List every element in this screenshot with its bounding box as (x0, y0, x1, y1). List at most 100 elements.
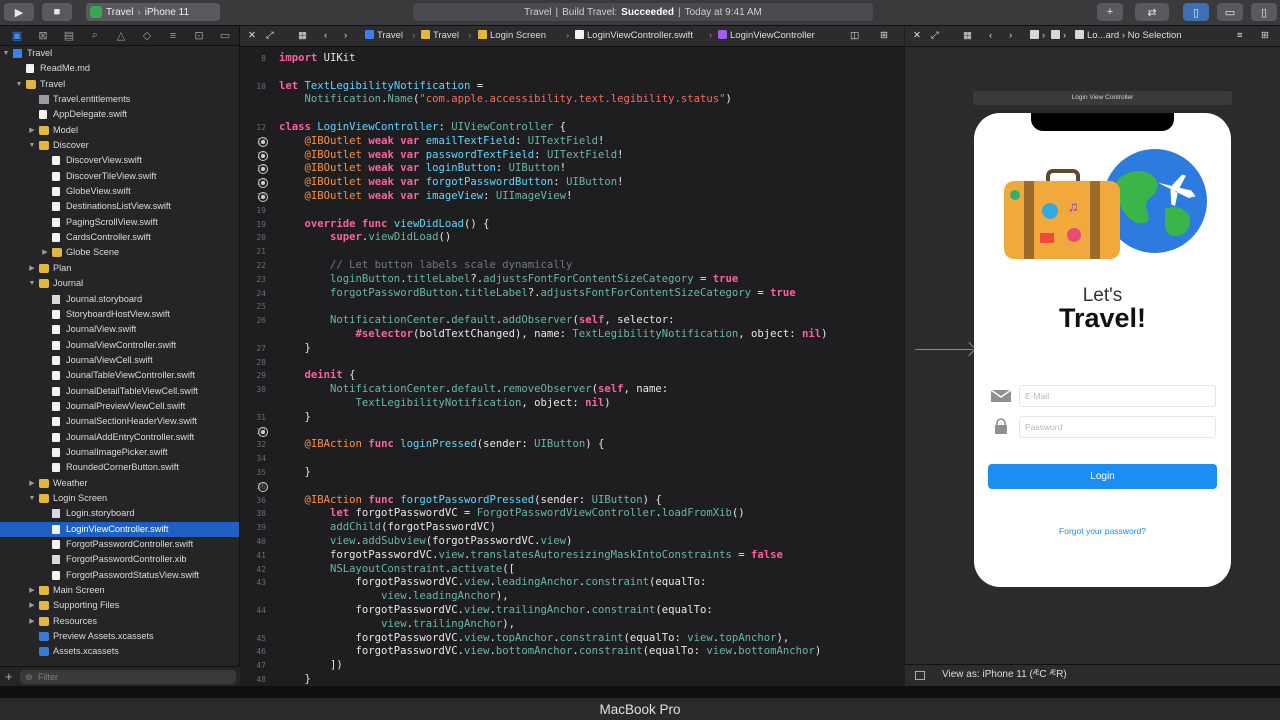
file-tree-row[interactable]: CardsController.swift (0, 230, 239, 245)
line-gutter[interactable]: 8 10 12 14 15 16 17 18 19 19 20 21 22 23 24 25 26 27 28 29 3… (240, 47, 276, 686)
back-icon[interactable]: ‹ (324, 30, 327, 41)
inspector-toggle-button[interactable]: ▯ (1251, 3, 1277, 21)
source-control-icon[interactable]: ⊠ (30, 29, 56, 42)
code-line[interactable]: @IBOutlet weak var forgotPasswordButton:… (279, 176, 624, 188)
code-line[interactable]: @IBOutlet weak var passwordTextField: UI… (279, 149, 624, 161)
outlet-connection-icon[interactable] (258, 178, 268, 189)
code-line[interactable]: forgotPasswordVC.view.trailingAnchor.con… (279, 604, 713, 616)
split-editor-icon[interactable]: ⊞ (880, 30, 888, 41)
file-tree-row[interactable]: ▶ Weather (0, 476, 239, 491)
code-line[interactable]: view.addSubview(forgotPasswordVC.view) (279, 535, 572, 547)
code-line[interactable]: } (279, 466, 311, 478)
disclosure-open-icon[interactable]: ▼ (2, 46, 10, 61)
code-line[interactable]: let TextLegibilityNotification = (279, 80, 483, 92)
outlet-connection-icon[interactable] (258, 150, 268, 161)
code-line[interactable]: forgotPasswordVC.view.bottomAnchor.const… (279, 645, 822, 657)
outlet-connection-icon[interactable] (258, 426, 268, 437)
expand-icon[interactable]: ⤢ (266, 30, 274, 41)
code-line[interactable]: } (279, 411, 311, 423)
disclosure-open-icon[interactable]: ▼ (28, 276, 36, 291)
code-line[interactable]: TextLegibilityNotification, object: nil) (279, 397, 611, 409)
code-line[interactable]: forgotPasswordVC.view.leadingAnchor.cons… (279, 576, 707, 588)
file-tree-row[interactable]: LoginViewController.swift (0, 521, 239, 537)
password-field[interactable]: Password (1019, 416, 1216, 438)
code-line[interactable]: view.trailingAnchor), (279, 618, 515, 630)
code-line[interactable]: @IBOutlet weak var imageView: UIImageVie… (279, 190, 573, 202)
add-file-icon[interactable]: + (5, 669, 13, 684)
related-items-icon[interactable]: ▦ (963, 30, 972, 41)
disclosure-open-icon[interactable]: ▼ (28, 491, 36, 506)
email-field[interactable]: E-Mail (1019, 385, 1216, 407)
outlet-connection-icon[interactable] (258, 192, 268, 202)
file-tree-row[interactable]: ▶ Model (0, 123, 239, 138)
code-line[interactable]: // Let button labels scale dynamically (279, 259, 572, 271)
file-tree-row[interactable]: ▶ Main Screen (0, 583, 239, 598)
navigator-toggle-button[interactable]: ▯ (1183, 3, 1209, 21)
view-as-device[interactable]: View as: iPhone 11 (ᴭC ᴭR) (942, 669, 1067, 680)
forward-icon[interactable]: › (1009, 30, 1012, 41)
forgot-password-link[interactable]: Forgot your password? (974, 526, 1231, 536)
code-line[interactable]: forgotPasswordVC.view.translatesAutoresi… (279, 549, 783, 561)
library-button[interactable]: + (1097, 3, 1123, 21)
run-button[interactable]: ▶ (4, 3, 34, 21)
code-line[interactable]: import UIKit (279, 52, 356, 64)
code-line[interactable]: NSLayoutConstraint.activate([ (279, 563, 515, 575)
debug-toggle-button[interactable]: ▭ (1217, 3, 1243, 21)
code-line[interactable]: loginButton.titleLabel?.adjustsFontForCo… (279, 273, 738, 285)
code-line[interactable]: let forgotPasswordVC = ForgotPasswordVie… (279, 507, 745, 519)
file-tree-row[interactable]: ▶ Supporting Files (0, 598, 239, 613)
breadcrumb-doc[interactable]: › (1030, 30, 1045, 41)
code-line[interactable]: class LoginViewController: UIViewControl… (279, 121, 566, 133)
file-tree-row[interactable]: Assets.xcassets (0, 644, 239, 659)
file-tree-row[interactable]: StoryboardHostView.swift (0, 307, 239, 322)
disclosure-closed-icon[interactable]: ▶ (28, 583, 36, 598)
source-editor[interactable]: 8 10 12 14 15 16 17 18 19 19 20 21 22 23 24 25 26 27 28 29 3… (240, 47, 904, 686)
code-line[interactable]: NotificationCenter.default.removeObserve… (279, 383, 668, 395)
code-line[interactable]: #selector(boldTextChanged), name: TextLe… (279, 328, 828, 340)
add-editor-icon[interactable]: ◫ (850, 30, 859, 41)
test-icon[interactable]: ◇ (134, 29, 160, 42)
find-icon[interactable]: ⌕ (82, 29, 108, 42)
file-tree-row[interactable]: JournalDetailTableViewCell.swift (0, 384, 239, 399)
file-tree-row[interactable]: RoundedCornerButton.swift (0, 460, 239, 475)
file-tree-row[interactable]: ▼ Travel (0, 46, 239, 61)
file-tree-row[interactable]: DiscoverView.swift (0, 153, 239, 168)
debug-icon[interactable]: ≡ (160, 30, 186, 42)
interface-builder-canvas[interactable]: Login View Controller ♫ Let's Travel! E-… (905, 47, 1280, 664)
forward-icon[interactable]: › (344, 30, 347, 41)
close-canvas-icon[interactable]: ✕ (913, 30, 921, 41)
code-line[interactable]: view.leadingAnchor), (279, 590, 509, 602)
file-tree-row[interactable]: ReadMe.md (0, 61, 239, 76)
code-line[interactable]: override func viewDidLoad() { (279, 218, 490, 230)
file-tree-row[interactable]: JournalSectionHeaderView.swift (0, 414, 239, 429)
file-tree-row[interactable]: ▼ Login Screen (0, 491, 239, 506)
code-line[interactable]: } (279, 342, 311, 354)
related-items-icon[interactable]: ▦ (298, 30, 307, 41)
file-tree-row[interactable]: Travel.entitlements (0, 92, 239, 107)
file-tree-row[interactable]: GlobeView.swift (0, 184, 239, 199)
file-tree-row[interactable]: ForgotPasswordController.swift (0, 537, 239, 552)
file-tree-row[interactable]: JournalAddEntryController.swift (0, 430, 239, 445)
file-tree-row[interactable]: Journal.storyboard (0, 292, 239, 307)
file-tree-row[interactable]: ▶ Plan (0, 261, 239, 276)
code-line[interactable]: addChild(forgotPasswordVC) (279, 521, 496, 533)
outlet-connection-icon[interactable] (258, 481, 268, 492)
document-outline-icon[interactable] (915, 671, 925, 680)
code-line[interactable]: super.viewDidLoad() (279, 231, 451, 243)
breadcrumb-folder[interactable]: Travel (421, 30, 459, 41)
code-line[interactable]: } (279, 673, 311, 685)
disclosure-open-icon[interactable]: ▼ (15, 77, 23, 92)
expand-icon[interactable]: ⤢ (931, 30, 939, 41)
disclosure-closed-icon[interactable]: ▶ (28, 598, 36, 613)
iphone-preview[interactable]: ♫ Let's Travel! E-Mail Password Login Fo… (974, 113, 1231, 587)
file-tree-row[interactable]: ForgotPasswordStatusView.swift (0, 568, 239, 583)
file-tree-row[interactable]: ▶ Resources (0, 614, 239, 629)
split-editor-icon[interactable]: ⊞ (1261, 30, 1269, 41)
code-line[interactable]: NotificationCenter.default.addObserver(s… (279, 314, 675, 326)
code-line[interactable]: Notification.Name("com.apple.accessibili… (279, 93, 732, 105)
file-tree-row[interactable]: AppDelegate.swift (0, 107, 239, 122)
breadcrumb-folder[interactable]: › (1051, 30, 1066, 41)
code-line[interactable]: @IBAction func loginPressed(sender: UIBu… (279, 438, 605, 450)
disclosure-closed-icon[interactable]: ▶ (28, 123, 36, 138)
disclosure-closed-icon[interactable]: ▶ (28, 476, 36, 491)
